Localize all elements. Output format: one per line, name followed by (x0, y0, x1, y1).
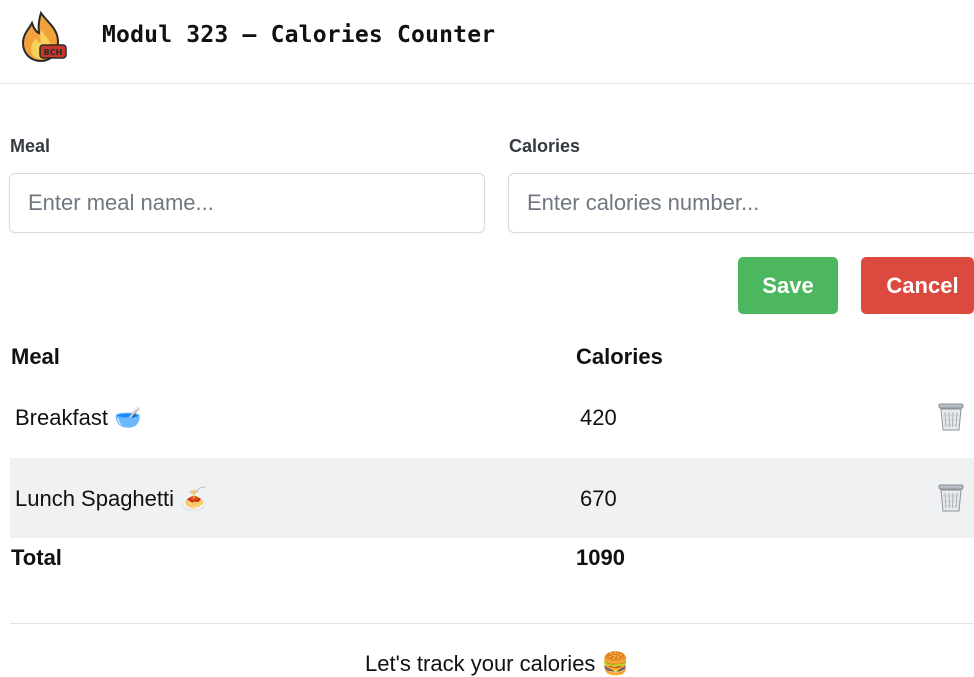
meal-name-input[interactable] (9, 173, 485, 233)
meal-name: Breakfast (15, 405, 108, 430)
total-value: 1090 (576, 545, 625, 570)
trash-icon[interactable] (937, 481, 965, 513)
table-row: Lunch Spaghetti 🍝 670 (10, 458, 974, 538)
cancel-button[interactable]: Cancel (861, 257, 974, 314)
calories-input[interactable] (508, 173, 974, 233)
app-header: BCH Modul 323 – Calories Counter (0, 0, 974, 84)
footer-text: Let's track your calories 🍔 (0, 651, 974, 677)
table-header-calories: Calories (576, 344, 663, 369)
calories-field-label: Calories (509, 136, 581, 156)
bowl-emoji-icon: 🥣 (114, 406, 142, 431)
spaghetti-emoji-icon: 🍝 (180, 487, 208, 512)
flame-logo-icon: BCH (21, 10, 67, 63)
meal-field-label: Meal (10, 136, 51, 156)
logo-badge-text: BCH (44, 48, 63, 57)
save-button[interactable]: Save (738, 257, 838, 314)
trash-icon[interactable] (937, 400, 965, 432)
calories-cell: 420 (580, 405, 617, 430)
footer-message: Let's track your calories (365, 651, 596, 676)
footer-divider (10, 623, 974, 624)
calories-cell: 670 (580, 486, 617, 511)
burger-emoji-icon: 🍔 (601, 652, 629, 677)
meal-name: Lunch Spaghetti (15, 486, 175, 511)
page-title: Modul 323 – Calories Counter (102, 22, 496, 48)
meal-cell: Breakfast 🥣 (15, 405, 141, 431)
total-label: Total (11, 545, 62, 570)
meal-cell: Lunch Spaghetti 🍝 (15, 486, 208, 512)
table-header-meal: Meal (11, 344, 60, 369)
table-row: Breakfast 🥣 420 (10, 378, 974, 458)
